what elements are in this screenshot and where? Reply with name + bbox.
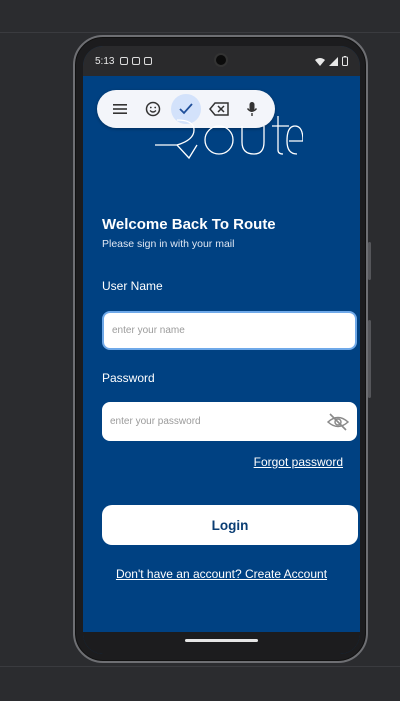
login-button[interactable]: Login: [102, 505, 358, 545]
battery-icon: [342, 56, 348, 66]
front-camera: [214, 53, 228, 67]
welcome-subtitle: Please sign in with your mail: [102, 238, 235, 250]
volume-button[interactable]: [368, 320, 371, 398]
signal-icon: [329, 56, 338, 66]
create-account-link[interactable]: Don't have an account? Create Account: [83, 567, 360, 581]
navigation-bar: [83, 632, 360, 654]
phone-screen: 5:13 Welcome Back To Route Please sign i…: [83, 46, 360, 654]
notification-icon: [132, 57, 141, 65]
wifi-icon: [315, 57, 325, 66]
password-input[interactable]: [110, 416, 327, 427]
status-bar: 5:13: [83, 46, 360, 76]
welcome-title: Welcome Back To Route: [102, 216, 276, 233]
username-field[interactable]: [102, 311, 357, 350]
bottom-divider: [0, 666, 400, 667]
password-label: Password: [102, 371, 155, 385]
status-time: 5:13: [95, 55, 115, 67]
status-icons: [315, 56, 348, 66]
sd-card-icon: [144, 57, 153, 65]
emulator-stage: 5:13 Welcome Back To Route Please sign i…: [0, 0, 400, 701]
notification-icon: [120, 57, 129, 65]
forgot-password-link[interactable]: Forgot password: [254, 455, 343, 469]
route-logo: [155, 116, 303, 160]
eye-off-icon[interactable]: [327, 412, 349, 431]
home-gesture-handle[interactable]: [185, 639, 258, 642]
toolbar-divider: [0, 32, 400, 33]
username-label: User Name: [102, 279, 163, 293]
power-button[interactable]: [368, 242, 371, 280]
username-input[interactable]: [112, 325, 347, 336]
phone-frame: 5:13 Welcome Back To Route Please sign i…: [73, 35, 371, 663]
password-field[interactable]: [102, 402, 357, 441]
menu-icon[interactable]: [105, 94, 135, 124]
